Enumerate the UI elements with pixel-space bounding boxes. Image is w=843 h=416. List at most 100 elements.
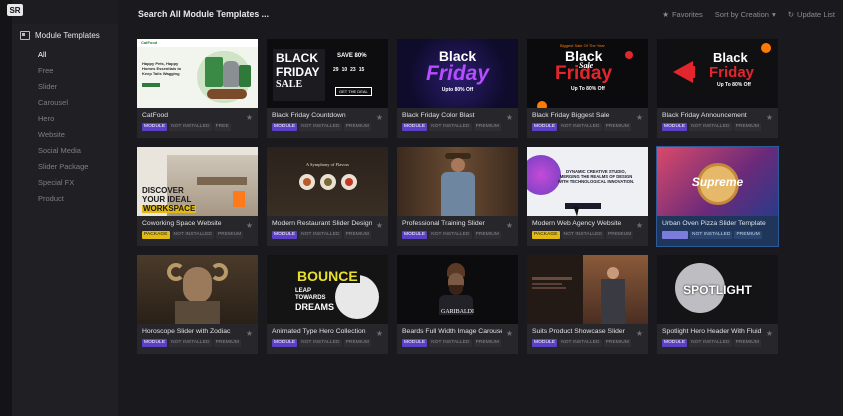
- tier-badge: PREMIUM: [733, 123, 761, 131]
- favorite-star-icon[interactable]: ★: [506, 329, 513, 338]
- refresh-icon: ↻: [787, 10, 795, 19]
- template-card[interactable]: DYNAMIC CREATIVE STUDIO, MERGING THE REA…: [527, 147, 648, 246]
- card-title: CatFood: [142, 112, 169, 119]
- thumb-text: GARIBALDI: [441, 309, 474, 315]
- favorite-star-icon[interactable]: ★: [246, 113, 253, 122]
- sidebar-item-carousel[interactable]: Carousel: [38, 95, 88, 111]
- type-badge: MODULE: [532, 123, 558, 131]
- sidebar-item-product[interactable]: Product: [38, 191, 88, 207]
- thumb-suits: [527, 255, 648, 324]
- install-badge: NOT INSTALLED: [561, 231, 604, 239]
- sidebar-item-slider-package[interactable]: Slider Package: [38, 159, 88, 175]
- favorite-star-icon[interactable]: ★: [376, 221, 383, 230]
- template-card-selected[interactable]: Supreme Urban Oven Pizza Slider Template…: [656, 146, 779, 247]
- card-title: Black Friday Countdown: [272, 112, 346, 119]
- favorite-star-icon[interactable]: ★: [376, 113, 383, 122]
- template-card[interactable]: Black Friday Upto 80% Off Black Friday C…: [397, 39, 518, 138]
- favorite-star-icon[interactable]: ★: [246, 221, 253, 230]
- type-badge: MODULE: [402, 123, 428, 131]
- type-badge: MODULE: [272, 123, 298, 131]
- thumb-brand: CatFood: [141, 40, 158, 45]
- type-badge: MODULE: [402, 339, 428, 347]
- template-card[interactable]: GARIBALDI Beards Full Width Image Carous…: [397, 255, 518, 354]
- thumb-line1: DISCOVER: [142, 186, 184, 195]
- type-badge: MODULE: [142, 339, 168, 347]
- sidebar-item-slider[interactable]: Slider: [38, 79, 88, 95]
- favorite-star-icon[interactable]: ★: [766, 113, 773, 122]
- thumb-line1: Black: [438, 48, 477, 64]
- tier-badge: PREMIUM: [343, 123, 371, 131]
- card-title: Black Friday Announcement: [662, 112, 747, 119]
- thumb-line1: Black: [713, 50, 748, 65]
- thumb-sub: Up To 80% Off: [571, 86, 605, 92]
- template-card[interactable]: Professional Training Slider ★ MODULE NO…: [397, 147, 518, 246]
- thumb-restaurant: A Symphony of Flavors: [267, 147, 388, 216]
- favorites-button[interactable]: ★ Favorites: [662, 10, 703, 19]
- card-title: Modern Restaurant Slider Design: [272, 220, 372, 227]
- thumb-line2: FRIDAY: [276, 65, 320, 79]
- thumb-save: SAVE 80%: [337, 53, 367, 59]
- sidebar-item-website[interactable]: Website: [38, 127, 88, 143]
- tier-badge: PREMIUM: [343, 231, 371, 239]
- toolbar: ★ Favorites Sort by Creation ▾ ↻ Update Lis…: [662, 10, 835, 19]
- template-grid: CatFood Happy Pets, Happy Homes Essentia…: [137, 39, 780, 354]
- type-badge: MODULE: [272, 339, 298, 347]
- template-card[interactable]: A Symphony of Flavors Modern Restaurant …: [267, 147, 388, 246]
- tier-badge: PREMIUM: [734, 231, 762, 239]
- timer-days: 29: [333, 67, 339, 73]
- thumb-training: [397, 147, 518, 216]
- card-title: Spotlight Hero Header With Fluid: [662, 328, 762, 335]
- template-card[interactable]: Biggest Sale Of The Year Black Friday Sa…: [527, 39, 648, 138]
- sidebar-item-all[interactable]: All: [38, 47, 88, 63]
- install-badge: NOT INSTALLED: [299, 339, 342, 347]
- sidebar-item-hero[interactable]: Hero: [38, 111, 88, 127]
- template-card[interactable]: BLACK FRIDAY SALE SAVE 80% 29 10 23 15 G…: [267, 39, 388, 138]
- template-card[interactable]: CatFood Happy Pets, Happy Homes Essentia…: [137, 39, 258, 138]
- favorite-star-icon[interactable]: ★: [766, 329, 773, 338]
- card-badges: MODULE NOT INSTALLED PREMIUM: [272, 231, 371, 239]
- type-badge: MODULE: [662, 231, 688, 239]
- templates-icon: [20, 31, 30, 40]
- install-badge: NOT INSTALLED: [299, 231, 342, 239]
- thumb-timer: 29 10 23 15: [333, 67, 364, 73]
- favorite-star-icon[interactable]: ★: [636, 329, 643, 338]
- thumb-spotlight: SPOTLIGHT: [657, 255, 778, 324]
- thumb-line3: WORKSPACE: [142, 204, 197, 213]
- template-card[interactable]: Horoscope Slider with Zodiac ★ MODULE NO…: [137, 255, 258, 354]
- install-badge: NOT INSTALLED: [559, 339, 602, 347]
- favorite-star-icon[interactable]: ★: [636, 221, 643, 230]
- template-card[interactable]: SPOTLIGHT Spotlight Hero Header With Flu…: [657, 255, 778, 354]
- sidebar-item-social-media[interactable]: Social Media: [38, 143, 88, 159]
- sort-dropdown[interactable]: Sort by Creation ▾: [715, 10, 776, 19]
- thumb-line2: YOUR IDEAL: [142, 195, 192, 204]
- thumb-line1: BOUNCE: [295, 268, 360, 284]
- sort-label: Sort by Creation: [714, 10, 769, 19]
- sidebar-item-free[interactable]: Free: [38, 63, 88, 79]
- favorite-star-icon[interactable]: ★: [636, 113, 643, 122]
- tier-badge: FREE: [213, 123, 231, 131]
- template-card[interactable]: BOUNCE LEAP TOWARDS DREAMS Animated Type…: [267, 255, 388, 354]
- thumb-line3: TOWARDS: [295, 295, 326, 301]
- install-badge: NOT INSTALLED: [429, 123, 472, 131]
- favorite-star-icon[interactable]: ★: [246, 329, 253, 338]
- favorite-star-icon[interactable]: ★: [506, 113, 513, 122]
- timer-hours: 10: [341, 67, 348, 73]
- update-list-button[interactable]: ↻ Update List: [788, 10, 835, 19]
- search-input[interactable]: Search All Module Templates ...: [138, 9, 269, 19]
- install-badge: NOT INSTALLED: [689, 123, 732, 131]
- sidebar-item-special-fx[interactable]: Special FX: [38, 175, 88, 191]
- favorite-star-icon[interactable]: ★: [506, 221, 513, 230]
- thumb-pizza: Supreme: [657, 147, 778, 216]
- tier-badge: PREMIUM: [606, 231, 634, 239]
- template-card[interactable]: DISCOVER YOUR IDEAL WORKSPACE Coworking …: [137, 147, 258, 246]
- card-title: Modern Web Agency Website: [532, 220, 622, 227]
- sidebar-category-list: All Free Slider Carousel Hero Website So…: [38, 47, 88, 207]
- logo-icon[interactable]: SR: [7, 4, 23, 16]
- install-badge: NOT INSTALLED: [171, 231, 214, 239]
- thumb-line2: LEAP: [295, 288, 312, 294]
- template-card[interactable]: Suits Product Showcase Slider ★ MODULE N…: [527, 255, 648, 354]
- favorite-star-icon[interactable]: ★: [376, 329, 383, 338]
- thumb-line1: BLACK: [276, 51, 318, 65]
- thumb-horoscope: [137, 255, 258, 324]
- template-card[interactable]: Black Friday Up To 80% Off Black Friday …: [657, 39, 778, 138]
